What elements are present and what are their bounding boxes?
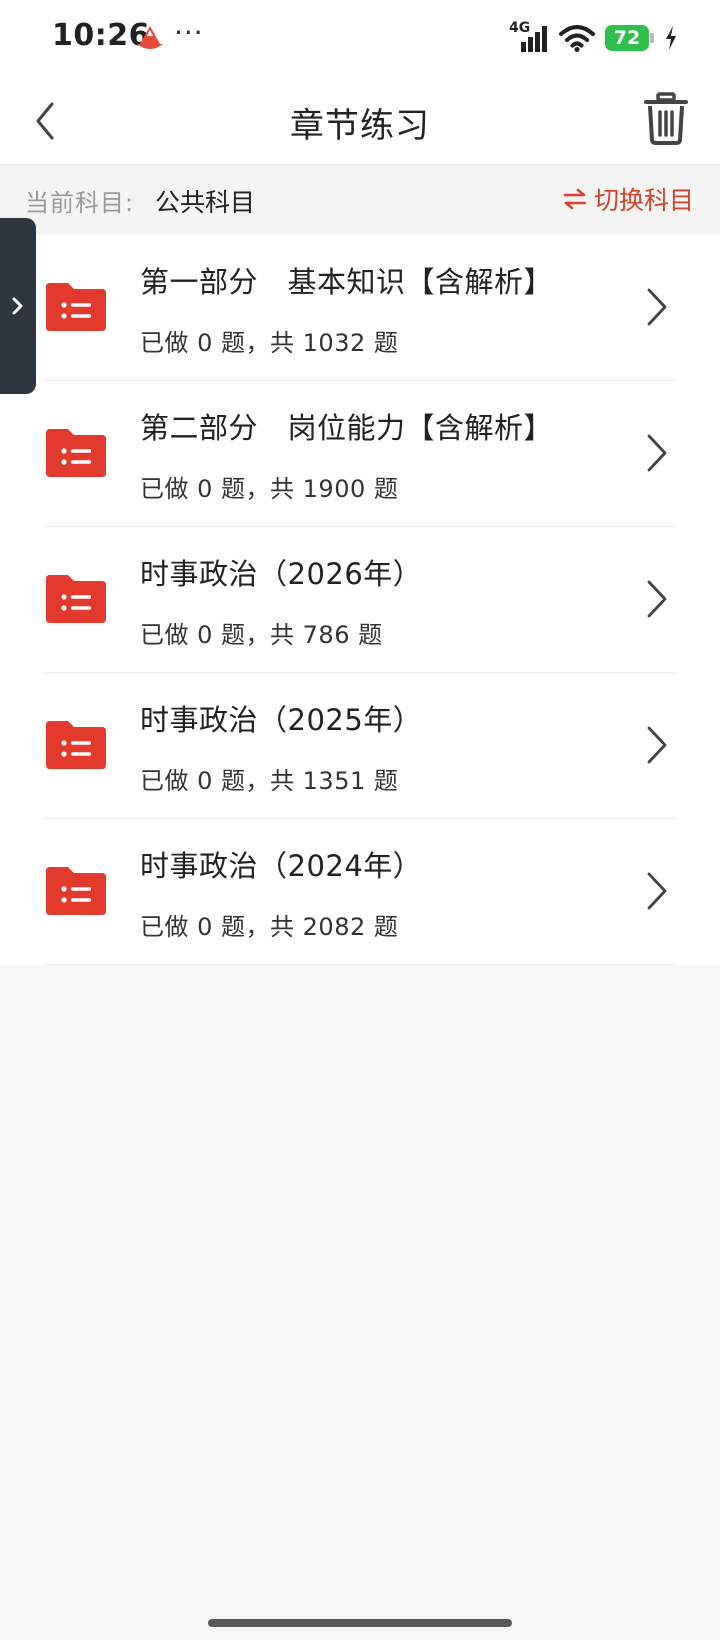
chapter-progress: 已做 0 题，共 1900 题 [140, 475, 399, 503]
signal-icon: 4G [509, 20, 549, 52]
app-notification-icon [137, 26, 163, 49]
chevron-right-icon [647, 434, 667, 472]
battery-cap [650, 33, 654, 43]
battery-icon: 72 [605, 25, 654, 51]
chevron-right-small-icon [12, 297, 23, 315]
chapter-title: 时事政治（2025年） [140, 703, 423, 737]
chapter-title: 第二部分 岗位能力【含解析】 [140, 411, 554, 445]
status-right-group: 4G 72 [509, 20, 678, 54]
current-subject-label: 当前科目: [25, 189, 135, 217]
chapter-list: 第一部分 基本知识【含解析】 已做 0 题，共 1032 题 第二部分 岗位能力… [0, 235, 720, 965]
charging-icon [666, 26, 676, 50]
status-more-dots: ··· [174, 16, 204, 49]
chapter-item[interactable]: 时事政治（2025年） 已做 0 题，共 1351 题 [0, 673, 720, 819]
trash-icon[interactable] [642, 90, 690, 146]
chapter-title: 时事政治（2026年） [140, 557, 423, 591]
chapter-item[interactable]: 第一部分 基本知识【含解析】 已做 0 题，共 1032 题 [0, 235, 720, 381]
chevron-right-icon [647, 288, 667, 326]
list-divider [44, 964, 676, 965]
chapter-item[interactable]: 时事政治（2026年） 已做 0 题，共 786 题 [0, 527, 720, 673]
switch-subject-button[interactable]: 切换科目 [562, 181, 694, 217]
side-drawer-tab[interactable] [0, 218, 36, 394]
current-subject-value: 公共科目 [155, 188, 256, 217]
battery-level: 72 [605, 25, 649, 51]
folder-list-icon [46, 283, 106, 331]
switch-subject-label: 切换科目 [593, 186, 694, 215]
page-title: 章节练习 [290, 106, 430, 146]
chevron-right-icon [647, 872, 667, 910]
chapter-title: 第一部分 基本知识【含解析】 [140, 265, 554, 299]
folder-list-icon [46, 721, 106, 769]
status-bar: 10:26 ··· 4G 72 [0, 0, 720, 78]
folder-list-icon [46, 429, 106, 477]
chapter-item[interactable]: 第二部分 岗位能力【含解析】 已做 0 题，共 1900 题 [0, 381, 720, 527]
swap-arrows-icon [563, 188, 587, 210]
wifi-icon [559, 25, 595, 52]
chapter-title: 时事政治（2024年） [140, 849, 423, 883]
chapter-progress: 已做 0 题，共 1351 题 [140, 767, 399, 795]
chapter-progress: 已做 0 题，共 786 题 [140, 621, 383, 649]
chapter-progress: 已做 0 题，共 1032 题 [140, 329, 399, 357]
home-indicator[interactable] [208, 1619, 512, 1627]
chevron-right-icon [647, 580, 667, 618]
folder-list-icon [46, 867, 106, 915]
folder-list-icon [46, 575, 106, 623]
app-header: 章节练习 [0, 78, 720, 165]
current-subject-bar: 当前科目: 公共科目 切换科目 [0, 165, 720, 235]
chapter-item[interactable]: 时事政治（2024年） 已做 0 题，共 2082 题 [0, 819, 720, 965]
chevron-right-icon [647, 726, 667, 764]
chapter-progress: 已做 0 题，共 2082 题 [140, 913, 399, 941]
